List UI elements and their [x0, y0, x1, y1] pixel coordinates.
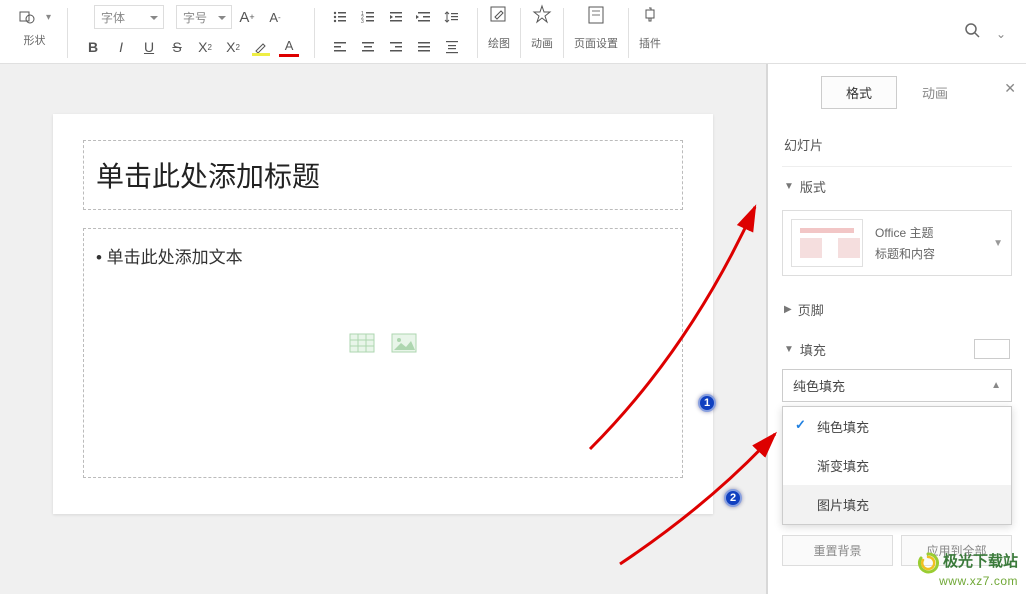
- svg-text:3: 3: [361, 19, 364, 25]
- divider: [314, 8, 315, 58]
- toolbar: ▾ 形状 字体 字号 A+ A- B I U S X2 X2 A 123: [0, 0, 1026, 64]
- fill-option-solid[interactable]: 纯色填充: [783, 407, 1011, 446]
- plugin-label: 插件: [639, 35, 661, 51]
- format-panel: 格式 动画 ✕ 幻灯片 ▼ 版式 Office 主题 标题和内容 ▼ ▶ 页脚 …: [766, 64, 1026, 594]
- tab-format[interactable]: 格式: [821, 76, 897, 109]
- section-style-label: 版式: [800, 177, 826, 196]
- strikethrough-button[interactable]: S: [164, 34, 190, 60]
- shape-icon[interactable]: [14, 4, 40, 30]
- fill-option-gradient[interactable]: 渐变填充: [783, 446, 1011, 485]
- font-group: 字体 字号 A+ A- B I U S X2 X2 A: [74, 4, 308, 60]
- toolbar-right: ⌄: [964, 4, 1018, 63]
- section-style-header[interactable]: ▼ 版式: [782, 167, 1012, 206]
- chevron-down-icon: ▼: [784, 344, 794, 355]
- divider: [563, 8, 564, 58]
- tab-animation[interactable]: 动画: [897, 76, 973, 109]
- highlight-button[interactable]: [248, 34, 274, 60]
- underline-button[interactable]: U: [136, 34, 162, 60]
- plugin-button[interactable]: 插件: [635, 4, 665, 51]
- align-justify-button[interactable]: [411, 34, 437, 60]
- page-setup-icon: [585, 4, 607, 31]
- canvas-area[interactable]: 单击此处添加标题 • 单击此处添加文本 1 2: [0, 64, 766, 594]
- panel-tabs: 格式 动画: [782, 76, 1012, 109]
- plugin-icon: [639, 4, 661, 31]
- annotation-badge-1: 1: [698, 394, 716, 412]
- chevron-down-icon: ▼: [784, 181, 794, 192]
- annotation-badge-2: 2: [724, 489, 742, 507]
- watermark: 极光下载站 www.xz7.com: [917, 550, 1018, 588]
- increase-font-button[interactable]: A+: [234, 4, 260, 30]
- slide[interactable]: 单击此处添加标题 • 单击此处添加文本: [53, 114, 713, 514]
- layout-selector[interactable]: Office 主题 标题和内容 ▼: [782, 210, 1012, 276]
- section-fill-toggle[interactable]: ▼ 填充: [784, 340, 826, 359]
- placeholder-icons: [349, 333, 417, 353]
- layout-thumbnail: [791, 219, 863, 267]
- chevron-down-icon: ▼: [993, 238, 1003, 249]
- layout-info: Office 主题 标题和内容: [875, 224, 935, 262]
- fill-type-menu: 纯色填充 渐变填充 图片填充: [782, 406, 1012, 525]
- page-setup-label: 页面设置: [574, 35, 618, 51]
- divider: [520, 8, 521, 58]
- italic-button[interactable]: I: [108, 34, 134, 60]
- divider: [477, 8, 478, 58]
- content-text: • 单击此处添加文本: [96, 243, 670, 268]
- font-select[interactable]: 字体: [94, 5, 164, 29]
- chevron-right-icon: ▶: [784, 304, 792, 315]
- superscript-button[interactable]: X2: [192, 34, 218, 60]
- section-footer-label: 页脚: [798, 300, 824, 319]
- decrease-indent-button[interactable]: [383, 4, 409, 30]
- title-placeholder[interactable]: 单击此处添加标题: [83, 140, 683, 210]
- size-select[interactable]: 字号: [176, 5, 232, 29]
- animation-button[interactable]: 动画: [527, 4, 557, 51]
- fill-type-dropdown[interactable]: 纯色填充 ▲: [782, 369, 1012, 402]
- chevron-up-icon: ▲: [991, 380, 1001, 391]
- align-left-button[interactable]: [327, 34, 353, 60]
- align-right-button[interactable]: [383, 34, 409, 60]
- increase-indent-button[interactable]: [411, 4, 437, 30]
- section-fill-label: 填充: [800, 340, 826, 359]
- section-slide-title: 幻灯片: [782, 131, 1012, 167]
- fill-color-swatch[interactable]: [974, 339, 1010, 359]
- font-select-text: 字体: [101, 9, 125, 26]
- page-setup-button[interactable]: 页面设置: [570, 4, 622, 51]
- size-select-text: 字号: [183, 9, 207, 26]
- paragraph-group: 123: [321, 4, 471, 60]
- bold-button[interactable]: B: [80, 34, 106, 60]
- subscript-button[interactable]: X2: [220, 34, 246, 60]
- numbering-button[interactable]: 123: [355, 4, 381, 30]
- main: 单击此处添加标题 • 单击此处添加文本 1 2 格式 动画 ✕: [0, 64, 1026, 594]
- theme-layout-label: 标题和内容: [875, 245, 935, 262]
- draw-icon: [488, 4, 510, 31]
- search-icon[interactable]: [964, 22, 982, 45]
- divider: [628, 8, 629, 58]
- draw-label: 绘图: [488, 35, 510, 51]
- chevron-down-icon[interactable]: ⌄: [996, 27, 1006, 41]
- font-color-button[interactable]: A: [276, 34, 302, 60]
- shape-label: 形状: [24, 32, 46, 48]
- section-fill-header: ▼ 填充: [782, 329, 1012, 369]
- table-placeholder-icon[interactable]: [349, 333, 375, 353]
- image-placeholder-icon[interactable]: [391, 333, 417, 353]
- shape-dropdown[interactable]: ▾: [42, 4, 55, 30]
- draw-button[interactable]: 绘图: [484, 4, 514, 51]
- content-placeholder[interactable]: • 单击此处添加文本: [83, 228, 683, 478]
- divider: [67, 8, 68, 58]
- shape-group: ▾ 形状: [8, 4, 61, 48]
- section-footer-header[interactable]: ▶ 页脚: [782, 290, 1012, 329]
- animation-label: 动画: [531, 35, 553, 51]
- watermark-logo-icon: [917, 552, 939, 574]
- align-center-button[interactable]: [355, 34, 381, 60]
- line-spacing-button[interactable]: [439, 4, 465, 30]
- decrease-font-button[interactable]: A-: [262, 4, 288, 30]
- fill-type-selected: 纯色填充: [793, 376, 845, 395]
- fill-option-picture[interactable]: 图片填充: [783, 485, 1011, 524]
- watermark-url: www.xz7.com: [917, 574, 1018, 588]
- vertical-align-button[interactable]: [439, 34, 465, 60]
- star-icon: [531, 4, 553, 31]
- watermark-title: 极光下载站: [943, 553, 1018, 570]
- close-icon[interactable]: ✕: [1004, 80, 1016, 97]
- reset-background-button[interactable]: 重置背景: [782, 535, 893, 566]
- theme-name-label: Office 主题: [875, 224, 935, 241]
- bullets-button[interactable]: [327, 4, 353, 30]
